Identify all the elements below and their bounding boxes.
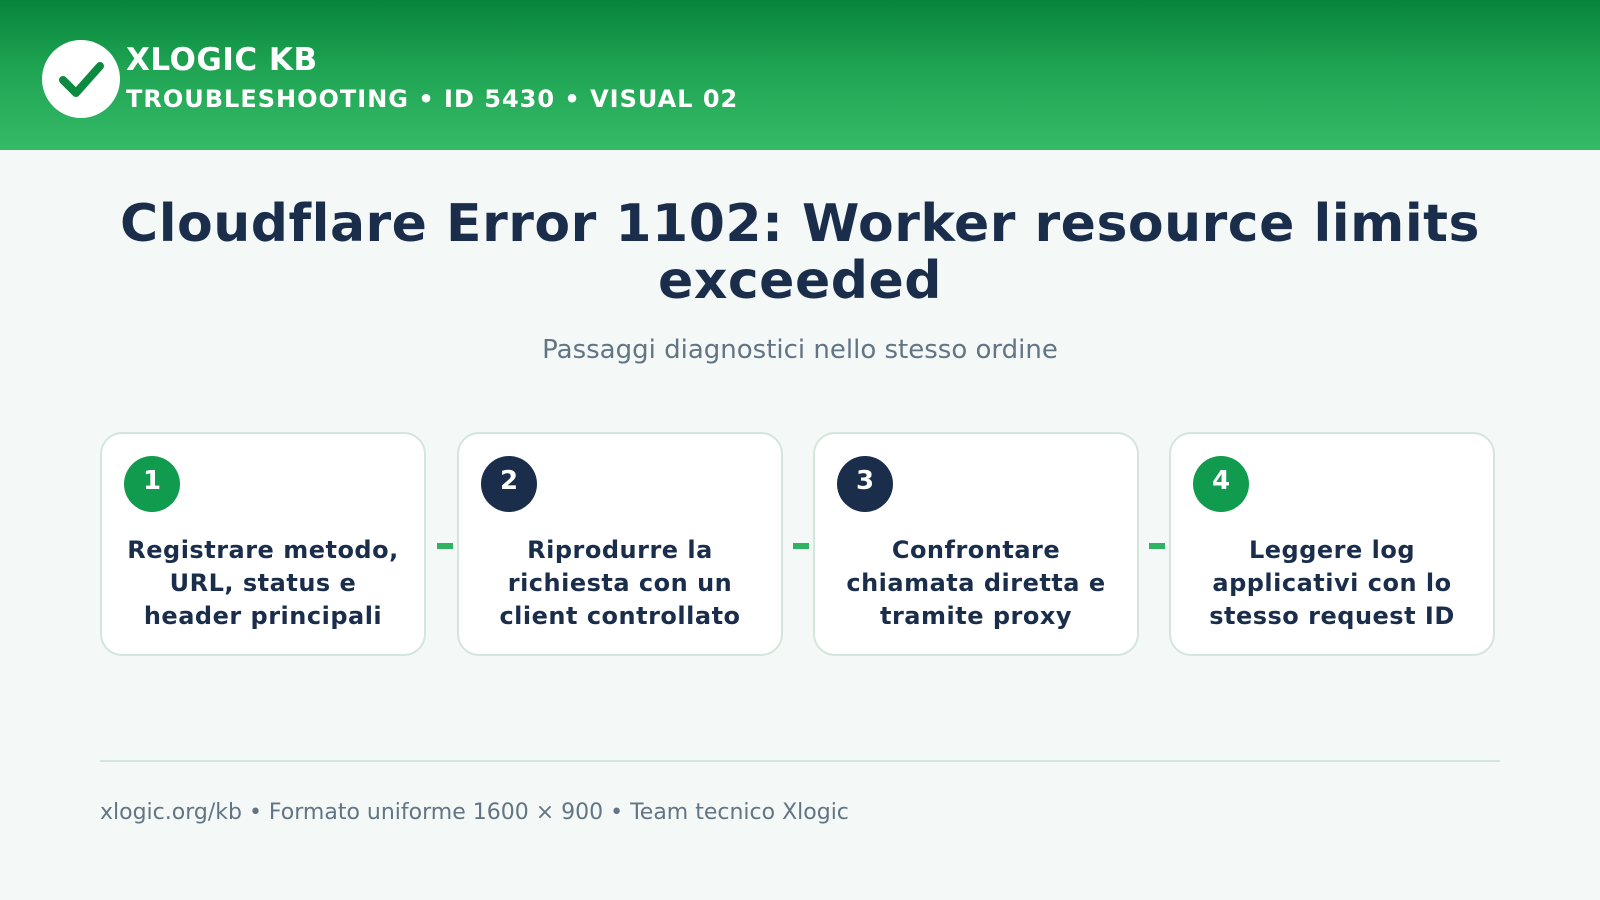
step-description: Confrontare chiamata diretta e tramite p… [846, 535, 1106, 630]
step-description: Riprodurre la richiesta con un client co… [499, 535, 741, 630]
step-description: Leggere log applicativi con lo stesso re… [1209, 535, 1455, 630]
step-connector [1149, 543, 1165, 549]
brand-name: XLOGIC KB [126, 42, 318, 78]
step-number-badge: 2 [481, 456, 537, 512]
step-description: Registrare metodo, URL, status e header … [127, 535, 399, 630]
step-card-4: 4 Leggere log applicativi con lo stesso … [1169, 432, 1495, 656]
step-connector [437, 543, 453, 549]
step-number-badge: 4 [1193, 456, 1249, 512]
step-connector [793, 543, 809, 549]
logo-badge [42, 40, 120, 118]
step-card-1: 1 Registrare metodo, URL, status e heade… [100, 432, 426, 656]
page-subtitle: Passaggi diagnostici nello stesso ordine [542, 335, 1058, 365]
step-card-2: 2 Riprodurre la richiesta con un client … [457, 432, 783, 656]
footer-text: xlogic.org/kb • Formato uniforme 1600 × … [100, 800, 849, 825]
header-banner: XLOGIC KB TROUBLESHOOTING • ID 5430 • VI… [0, 0, 1600, 150]
footer-divider [100, 760, 1500, 762]
step-number-badge: 3 [837, 456, 893, 512]
article-meta: TROUBLESHOOTING • ID 5430 • VISUAL 02 [126, 85, 739, 113]
page-title: Cloudflare Error 1102: Worker resource l… [120, 194, 1480, 311]
checkmark-icon [59, 62, 104, 97]
step-card-3: 3 Confrontare chiamata diretta e tramite… [813, 432, 1139, 656]
step-number-badge: 1 [124, 456, 180, 512]
